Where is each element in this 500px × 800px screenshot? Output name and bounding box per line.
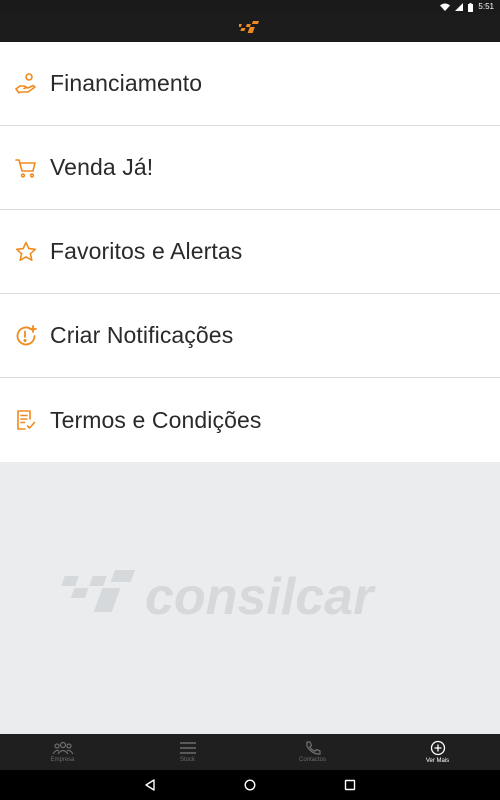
- menu-item-label: Financiamento: [50, 70, 203, 96]
- recents-square-icon: [344, 779, 356, 791]
- menu-item-venda-ja[interactable]: Venda Já!: [0, 126, 500, 210]
- menu-item-label: Criar Notificações: [50, 322, 234, 348]
- consilcar-logo-icon: [239, 21, 259, 33]
- consilcar-watermark-logo: consilcar: [61, 570, 376, 626]
- home-button[interactable]: [200, 770, 300, 800]
- status-bar: 5:51: [0, 0, 500, 14]
- status-icons: 5:51: [440, 2, 494, 12]
- watermark-text: consilcar: [145, 570, 376, 626]
- app-bar: [0, 14, 500, 42]
- menu-item-label: Favoritos e Alertas: [50, 238, 243, 264]
- system-navigation-bar: [0, 770, 500, 800]
- cart-icon: [14, 156, 38, 180]
- people-icon: [51, 741, 74, 755]
- nav-label: Stock: [179, 757, 195, 763]
- consilcar-watermark: consilcar: [0, 466, 500, 734]
- nav-label: Ver Mais: [425, 758, 450, 764]
- menu-item-criar-notificacoes[interactable]: Criar Notificações: [0, 294, 500, 378]
- phone-icon: [305, 741, 321, 755]
- nav-item-stock[interactable]: Stock: [125, 734, 250, 770]
- list-icon: [179, 742, 196, 754]
- more-menu: Financiamento Venda Já! Favoritos e Aler…: [0, 42, 500, 462]
- back-triangle-icon: [145, 779, 155, 791]
- menu-item-label: Venda Já!: [50, 154, 154, 180]
- alert-plus-icon: [14, 324, 38, 348]
- nav-item-contactos[interactable]: Contactos: [250, 734, 375, 770]
- menu-item-favoritos-alertas[interactable]: Favoritos e Alertas: [0, 210, 500, 294]
- nav-item-empresa[interactable]: Empresa: [0, 734, 125, 770]
- menu-item-termos-condicoes[interactable]: Termos e Condições: [0, 378, 500, 462]
- menu-item-financiamento[interactable]: Financiamento: [0, 42, 500, 126]
- bottom-navigation: Empresa Stock Contactos Ver Mais: [0, 734, 500, 770]
- hand-coin-icon: [14, 72, 38, 96]
- battery-icon: [468, 2, 474, 12]
- recents-button[interactable]: [300, 770, 400, 800]
- plus-circle-icon: [430, 740, 445, 756]
- back-button[interactable]: [100, 770, 200, 800]
- signal-icon: [455, 3, 464, 11]
- nav-label: Contactos: [298, 757, 326, 763]
- nav-label: Empresa: [50, 757, 75, 763]
- status-time: 5:51: [478, 2, 494, 11]
- home-circle-icon: [244, 779, 256, 791]
- nav-item-ver-mais[interactable]: Ver Mais: [375, 734, 500, 770]
- menu-item-label: Termos e Condições: [50, 406, 262, 433]
- document-check-icon: [14, 408, 38, 432]
- wifi-icon: [440, 3, 451, 11]
- star-icon: [14, 240, 38, 264]
